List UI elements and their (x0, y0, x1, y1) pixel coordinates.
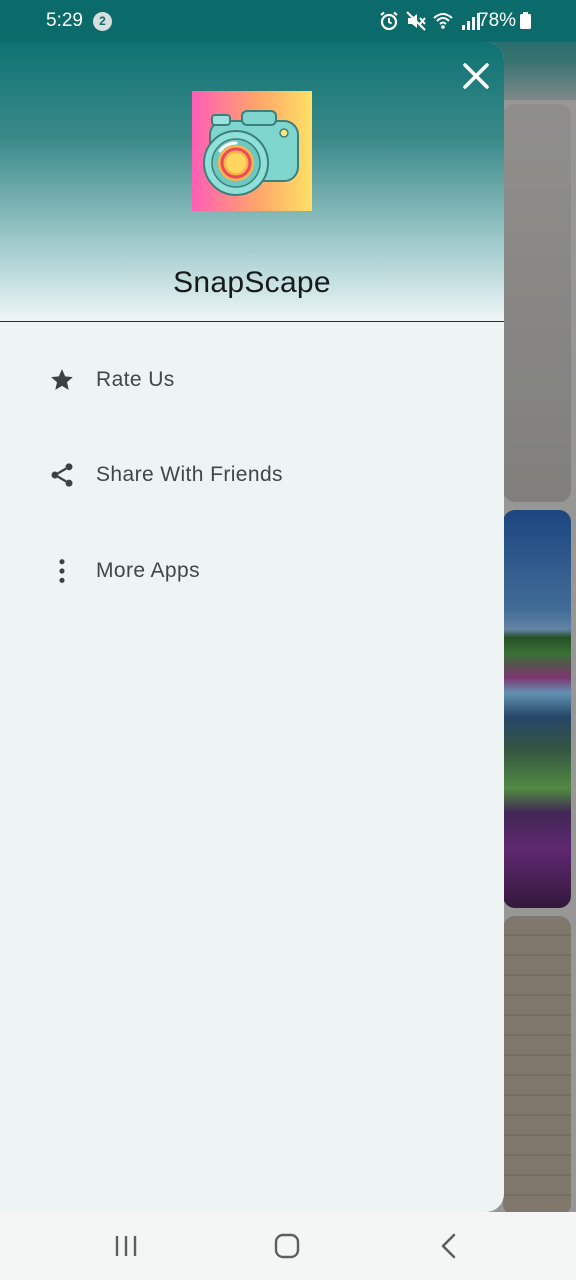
status-bar: 5:29 2 78% (0, 0, 576, 42)
recent-apps-button[interactable] (106, 1226, 146, 1266)
back-icon (441, 1233, 456, 1259)
mute-icon (405, 10, 427, 32)
menu-item-rate-us[interactable]: Rate Us (0, 332, 504, 428)
home-icon (274, 1233, 300, 1259)
close-icon (463, 63, 489, 89)
battery-icon (520, 12, 531, 29)
home-button[interactable] (267, 1226, 307, 1266)
camera-logo-icon (192, 91, 312, 211)
menu-item-label: More Apps (96, 558, 200, 582)
drawer-menu: Rate Us Share With Friends More Apps (0, 332, 504, 619)
more-vert-icon (48, 557, 76, 585)
menu-item-label: Rate Us (96, 367, 175, 391)
recent-apps-icon (115, 1236, 137, 1256)
app-logo (192, 91, 312, 211)
share-icon (48, 461, 76, 489)
battery-percentage: 78% (478, 10, 517, 31)
wifi-icon (432, 10, 454, 32)
status-icons (378, 8, 481, 34)
menu-item-more-apps[interactable]: More Apps (0, 523, 504, 619)
system-nav-bar (0, 1212, 576, 1280)
menu-item-share-with-friends[interactable]: Share With Friends (0, 428, 504, 524)
navigation-drawer: SnapScape Rate Us Share With Friends Mor… (0, 42, 504, 1212)
close-drawer-button[interactable] (452, 52, 500, 100)
back-button[interactable] (429, 1226, 469, 1266)
drawer-header: SnapScape (0, 42, 504, 322)
alarm-icon (378, 10, 400, 32)
app-title: SnapScape (173, 266, 331, 299)
menu-item-label: Share With Friends (96, 463, 283, 487)
status-time: 5:29 (46, 10, 83, 31)
notification-count-badge: 2 (93, 12, 112, 31)
star-icon (48, 366, 76, 394)
